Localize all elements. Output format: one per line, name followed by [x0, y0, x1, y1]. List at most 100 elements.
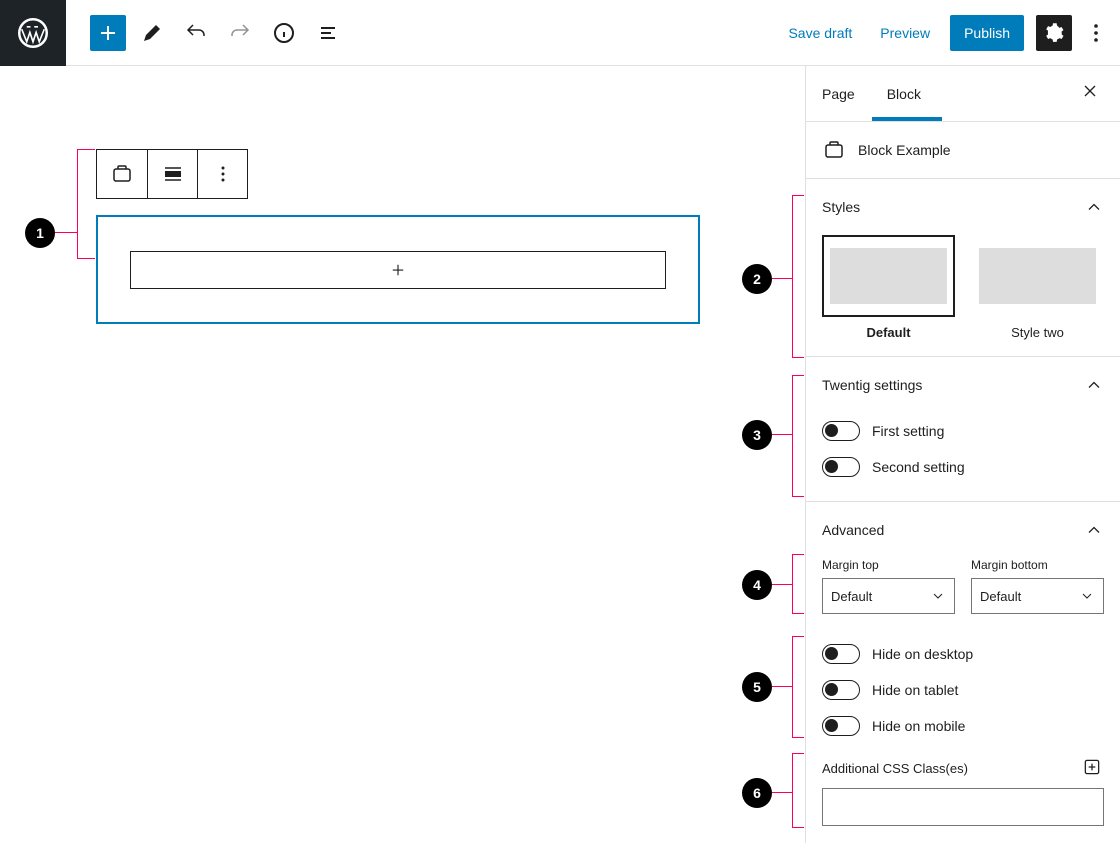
align-icon — [161, 162, 185, 186]
chevron-up-icon — [1084, 375, 1104, 395]
chevron-down-icon — [930, 588, 946, 604]
toggle-hide-desktop: Hide on desktop — [822, 636, 1104, 672]
tab-page[interactable]: Page — [806, 66, 871, 122]
block-card: Block Example — [806, 122, 1120, 179]
toggle-second-setting: Second setting — [822, 449, 1104, 485]
block-type-icon — [822, 138, 846, 162]
callout-bracket — [792, 636, 804, 738]
block-align-button[interactable] — [147, 150, 197, 198]
info-button[interactable] — [266, 15, 302, 51]
callout-5: 5 — [742, 672, 772, 702]
css-class-input[interactable] — [822, 788, 1104, 826]
more-vertical-icon — [1084, 21, 1108, 45]
block-type-icon — [110, 162, 134, 186]
list-view-icon — [316, 21, 340, 45]
toggle-label: Hide on desktop — [872, 646, 973, 662]
add-box-icon — [1082, 757, 1102, 777]
block-options-button[interactable] — [197, 150, 247, 198]
editor-canvas[interactable] — [0, 66, 805, 843]
callout-4: 4 — [742, 570, 772, 600]
callout-3: 3 — [742, 420, 772, 450]
toggle-label: Second setting — [872, 459, 965, 475]
chevron-down-icon — [1079, 588, 1095, 604]
add-block-button[interactable] — [90, 15, 126, 51]
margin-bottom-label: Margin bottom — [971, 558, 1104, 572]
toggle-switch[interactable] — [822, 421, 860, 441]
close-sidebar-button[interactable] — [1072, 76, 1108, 112]
gear-icon — [1043, 22, 1065, 44]
panel-advanced: Advanced Margin top Default Margin botto… — [806, 502, 1120, 842]
panel-styles: Styles Default Style two — [806, 179, 1120, 357]
callout-6: 6 — [742, 778, 772, 808]
selected-block[interactable] — [96, 215, 700, 324]
panel-twentig: Twentig settings First setting Second se… — [806, 357, 1120, 502]
panel-twentig-header[interactable]: Twentig settings — [806, 357, 1120, 413]
outline-button[interactable] — [310, 15, 346, 51]
plus-icon — [389, 261, 407, 279]
style-preview — [971, 235, 1104, 317]
style-label: Default — [822, 325, 955, 340]
topbar-left-tools — [66, 15, 346, 51]
preview-button[interactable]: Preview — [872, 17, 938, 49]
more-vertical-icon — [211, 162, 235, 186]
chevron-up-icon — [1084, 520, 1104, 540]
plus-icon — [96, 21, 120, 45]
callout-1: 1 — [25, 218, 55, 248]
tab-underline — [872, 117, 942, 121]
sidebar-tabs: Page Block — [806, 66, 1120, 122]
toggle-first-setting: First setting — [822, 413, 1104, 449]
block-appender[interactable] — [130, 251, 666, 289]
margin-top-label: Margin top — [822, 558, 955, 572]
panel-styles-header[interactable]: Styles — [806, 179, 1120, 235]
publish-button[interactable]: Publish — [950, 15, 1024, 51]
style-preview — [822, 235, 955, 317]
callout-line — [772, 792, 792, 793]
margin-controls: Margin top Default Margin bottom Default — [822, 558, 1104, 614]
panel-advanced-header[interactable]: Advanced — [806, 502, 1120, 558]
toggle-hide-mobile: Hide on mobile — [822, 708, 1104, 744]
css-class-row: Additional CSS Class(es) — [822, 756, 1104, 780]
margin-top-select[interactable]: Default — [822, 578, 955, 614]
editor-topbar: Save draft Preview Publish — [0, 0, 1120, 66]
callout-line — [772, 584, 792, 585]
callout-bracket — [792, 554, 804, 614]
info-icon — [272, 21, 296, 45]
wp-logo[interactable] — [0, 0, 66, 66]
panel-advanced-title: Advanced — [822, 522, 884, 538]
panel-twentig-title: Twentig settings — [822, 377, 922, 393]
tab-block[interactable]: Block — [871, 66, 937, 122]
margin-bottom-value: Default — [980, 589, 1021, 604]
style-item-two[interactable]: Style two — [971, 235, 1104, 340]
toggle-label: Hide on mobile — [872, 718, 965, 734]
style-item-default[interactable]: Default — [822, 235, 955, 340]
redo-button[interactable] — [222, 15, 258, 51]
save-draft-button[interactable]: Save draft — [780, 17, 860, 49]
margin-bottom-select[interactable]: Default — [971, 578, 1104, 614]
callout-bracket — [792, 195, 804, 358]
callout-bracket — [792, 375, 804, 497]
editor-main: Page Block Block Example Styles Default — [0, 66, 1120, 843]
undo-icon — [184, 21, 208, 45]
undo-button[interactable] — [178, 15, 214, 51]
chevron-up-icon — [1084, 197, 1104, 217]
settings-button[interactable] — [1036, 15, 1072, 51]
toggle-hide-tablet: Hide on tablet — [822, 672, 1104, 708]
block-toolbar — [96, 149, 248, 199]
edit-mode-button[interactable] — [134, 15, 170, 51]
callout-bracket — [792, 753, 804, 828]
css-class-label: Additional CSS Class(es) — [822, 761, 968, 776]
toggle-switch[interactable] — [822, 716, 860, 736]
block-type-button[interactable] — [97, 150, 147, 198]
wordpress-icon — [18, 18, 48, 48]
more-menu-button[interactable] — [1084, 15, 1108, 51]
style-label: Style two — [971, 325, 1104, 340]
topbar-right-actions: Save draft Preview Publish — [780, 15, 1120, 51]
margin-top-value: Default — [831, 589, 872, 604]
toggle-switch[interactable] — [822, 457, 860, 477]
toggle-label: Hide on tablet — [872, 682, 958, 698]
pencil-icon — [140, 21, 164, 45]
toggle-switch[interactable] — [822, 644, 860, 664]
block-name: Block Example — [858, 142, 951, 158]
css-add-button[interactable] — [1080, 756, 1104, 780]
toggle-switch[interactable] — [822, 680, 860, 700]
